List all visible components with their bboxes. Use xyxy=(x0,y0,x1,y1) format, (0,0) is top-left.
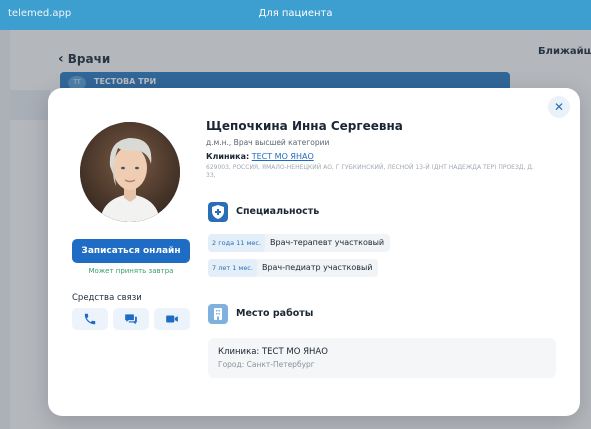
app-section-title: Для пациента xyxy=(258,8,333,19)
workplace-title: Место работы xyxy=(236,308,314,319)
doctor-avatar xyxy=(80,122,180,222)
workplace-building-icon xyxy=(208,304,228,324)
doctor-photo xyxy=(80,122,180,222)
specialty-experience: 2 года 11 мес. xyxy=(208,234,266,252)
specialty-role: Врач-педиатр участковый xyxy=(261,263,373,272)
workplace-city: Город: Санкт-Петербург xyxy=(218,360,315,369)
specialty-shield-icon xyxy=(208,202,228,222)
specialty-title: Специальность xyxy=(236,206,320,217)
clinic-address: 629003, РОССИЯ, ЯМАЛО-НЕНЕЦКИЙ АО, Г ГУБ… xyxy=(206,164,534,179)
doctor-name: Щепочкина Инна Сергеевна xyxy=(206,119,403,133)
doctor-profile-modal: ✕ Записаться онлайн Может принять завтра… xyxy=(48,88,580,416)
workplace-card: Клиника: ТЕСТ МО ЯНАО Город: Санкт-Петер… xyxy=(208,338,556,378)
chat-icon xyxy=(125,314,137,325)
phone-icon xyxy=(84,313,96,325)
clinic-label: Клиника: xyxy=(206,152,250,161)
video-call-button[interactable] xyxy=(154,308,190,330)
chat-button[interactable] xyxy=(113,308,149,330)
clinic-link[interactable]: ТЕСТ МО ЯНАО xyxy=(252,152,314,161)
app-top-bar: telemed.app Для пациента xyxy=(0,0,591,30)
specialty-row: 2 года 11 мес. Врач-терапевт участковый xyxy=(208,234,391,252)
doctor-degree: д.м.н., Врач высшей категории xyxy=(206,138,330,147)
workplace-clinic: Клиника: ТЕСТ МО ЯНАО xyxy=(218,347,328,357)
close-icon: ✕ xyxy=(553,100,565,114)
doctor-clinic: Клиника: ТЕСТ МО ЯНАО xyxy=(206,152,314,161)
video-icon xyxy=(166,315,178,323)
book-online-button[interactable]: Записаться онлайн xyxy=(72,239,190,263)
communication-label: Средства связи xyxy=(72,293,142,303)
specialty-experience: 7 лет 1 мес. xyxy=(208,259,257,277)
availability-hint: Может принять завтра xyxy=(88,267,174,275)
close-button[interactable]: ✕ xyxy=(548,96,570,118)
specialty-role: Врач-терапевт участковый xyxy=(270,238,385,247)
specialty-row: 7 лет 1 мес. Врач-педиатр участковый xyxy=(208,259,379,277)
phone-call-button[interactable] xyxy=(72,308,108,330)
